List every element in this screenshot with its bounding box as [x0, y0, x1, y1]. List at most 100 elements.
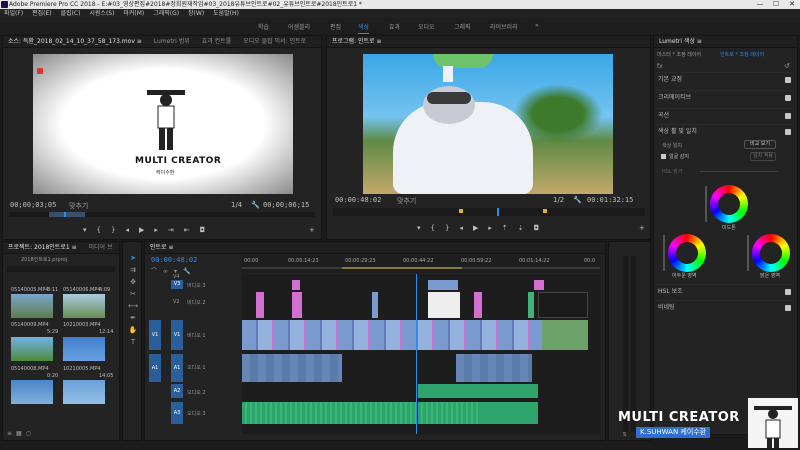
timeline-ruler[interactable]: 00:00 00:00:14:23 00:00:29:23 00:00:44:2… [242, 255, 600, 273]
workspace-audio[interactable]: 오디오 [418, 22, 435, 31]
menu-file[interactable]: 파일(F) [4, 10, 23, 17]
timeline-timecode[interactable]: 00:00:48:02 [151, 256, 197, 264]
mark-in-icon[interactable]: ▾ [417, 224, 431, 232]
play-icon[interactable]: ▶ [139, 226, 154, 234]
ripple-edit-tool-icon[interactable]: ✥ [127, 276, 139, 288]
comparison-view-button[interactable]: 비교 보기 [744, 140, 776, 149]
workspace-learn[interactable]: 학습 [258, 22, 269, 31]
go-in-icon[interactable]: } [445, 224, 459, 232]
menu-edit[interactable]: 편집(E) [32, 10, 52, 17]
video-clip[interactable] [428, 292, 460, 318]
hand-tool-icon[interactable]: ✋ [127, 324, 139, 336]
track-a1-target[interactable]: A1 [171, 354, 183, 382]
workspace-libraries[interactable]: 라이브러리 [490, 22, 518, 31]
apply-match-button[interactable]: 일치 적용 [750, 152, 776, 161]
midtones-slider[interactable] [705, 186, 707, 222]
audio-clip[interactable] [418, 384, 538, 398]
program-timecode[interactable]: 00:00:48:02 [335, 196, 381, 204]
timeline-tracks-area[interactable] [242, 274, 600, 434]
video-clip[interactable] [428, 280, 458, 290]
razor-tool-icon[interactable]: ✂ [127, 288, 139, 300]
program-resolution[interactable]: 1/2 [553, 196, 564, 204]
hsl-balance-slider[interactable] [700, 171, 778, 172]
video-clip[interactable] [256, 292, 264, 318]
program-scrubber[interactable] [333, 208, 645, 216]
lumetri-master-breadcrumb[interactable]: 마스터 * 조정 레이어 [657, 51, 701, 58]
project-thumbnail[interactable] [63, 294, 105, 318]
fx-badge[interactable]: fx [657, 63, 663, 70]
pen-tool-icon[interactable]: ✒ [127, 312, 139, 324]
video-clip[interactable] [292, 280, 300, 290]
program-add-button-icon[interactable]: + [639, 224, 645, 232]
workspace-assembly[interactable]: 어셈블리 [288, 22, 310, 31]
export-frame-icon[interactable]: ◘ [200, 226, 216, 234]
source-patch-v1[interactable]: V1 [149, 320, 161, 350]
source-add-button-icon[interactable]: + [309, 226, 315, 234]
tab-project[interactable]: 프로젝트: 2018인트로1 ≡ [3, 242, 82, 253]
menu-help[interactable]: 도움말(H) [213, 10, 239, 17]
selection-tool-icon[interactable]: ➤ [127, 252, 139, 264]
video-clip-sequence[interactable] [242, 320, 542, 350]
project-thumbnail[interactable] [63, 380, 105, 404]
project-search-input[interactable] [7, 266, 115, 272]
tab-media-browser[interactable]: 미디어 브 [84, 242, 118, 253]
track-v2-target[interactable]: V2 [173, 299, 180, 305]
step-forward-icon[interactable]: ▸ [488, 224, 502, 232]
midtones-color-wheel[interactable] [710, 185, 748, 223]
step-back-icon[interactable]: ◂ [125, 226, 139, 234]
track-select-tool-icon[interactable]: ⇉ [127, 264, 139, 276]
vignette-checkbox[interactable] [785, 305, 791, 311]
video-clip[interactable] [538, 292, 588, 318]
workspace-effects[interactable]: 효과 [389, 22, 400, 31]
step-forward-icon[interactable]: ▸ [154, 226, 168, 234]
section-color-wheels[interactable]: 색상 휠 및 일치 [655, 124, 793, 138]
video-clip[interactable] [534, 280, 544, 290]
tab-audio-clip-mixer[interactable]: 오디오 클립 믹서: 인트로 [238, 36, 311, 47]
mark-in-icon[interactable]: ▾ [83, 226, 97, 234]
audio-clip[interactable] [478, 402, 538, 424]
face-detect-checkbox[interactable] [661, 154, 666, 159]
program-video-frame[interactable] [363, 54, 613, 194]
menu-sequence[interactable]: 시퀀스(S) [89, 10, 114, 17]
source-scrubber[interactable] [9, 212, 315, 217]
video-clip[interactable] [528, 292, 534, 318]
section-basic-correction[interactable]: 기본 교정 [655, 72, 793, 86]
workspace-edit[interactable]: 편집 [330, 22, 341, 31]
project-thumbnail[interactable] [11, 294, 53, 318]
video-clip[interactable] [474, 292, 482, 318]
source-timecode[interactable]: 00;00;03;05 [10, 201, 56, 209]
list-view-icon[interactable]: ≡ [7, 430, 16, 437]
section-vignette[interactable]: 비네팅 [655, 300, 793, 314]
highlights-color-wheel[interactable] [752, 234, 790, 272]
menu-window[interactable]: 창(W) [188, 10, 204, 17]
playhead[interactable] [416, 274, 417, 434]
project-thumbnail[interactable] [11, 380, 53, 404]
wrench-icon[interactable]: 🔧 [251, 201, 260, 209]
shadows-slider[interactable] [663, 235, 665, 271]
hsl-secondary-checkbox[interactable] [785, 289, 791, 295]
go-in-icon[interactable]: } [111, 226, 125, 234]
audio-clip[interactable] [242, 354, 342, 382]
extract-icon[interactable]: ⇣ [518, 224, 534, 232]
video-clip[interactable] [292, 292, 302, 318]
section-creative[interactable]: 크리에이티브 [655, 90, 793, 104]
source-video-frame[interactable]: MULTI CREATOR 케이수환 [33, 54, 293, 194]
export-frame-icon[interactable]: ◘ [534, 224, 550, 232]
source-resolution[interactable]: 1/4 [231, 201, 242, 209]
icon-view-icon[interactable]: ▦ [16, 430, 26, 437]
mark-out-icon[interactable]: { [431, 224, 445, 232]
menu-marker[interactable]: 마커(M) [123, 10, 144, 17]
menu-graphics[interactable]: 그래픽(G) [153, 10, 179, 17]
minimize-button[interactable]: — [752, 0, 768, 9]
workspace-more[interactable]: » [535, 22, 539, 29]
video-clip[interactable] [542, 320, 588, 350]
tab-lumetri-scopes[interactable]: Lumetri 범위 [149, 36, 195, 47]
reset-icon[interactable]: ↺ [784, 62, 790, 70]
project-thumbnail[interactable] [11, 337, 53, 361]
project-thumbnail[interactable] [63, 337, 105, 361]
audio-clip[interactable] [418, 402, 478, 424]
track-a3-target[interactable]: A3 [171, 402, 183, 424]
workspace-graphics[interactable]: 그래픽 [454, 22, 471, 31]
basic-correction-checkbox[interactable] [785, 77, 791, 83]
program-fit-dropdown[interactable]: 맞추기 [397, 196, 416, 206]
